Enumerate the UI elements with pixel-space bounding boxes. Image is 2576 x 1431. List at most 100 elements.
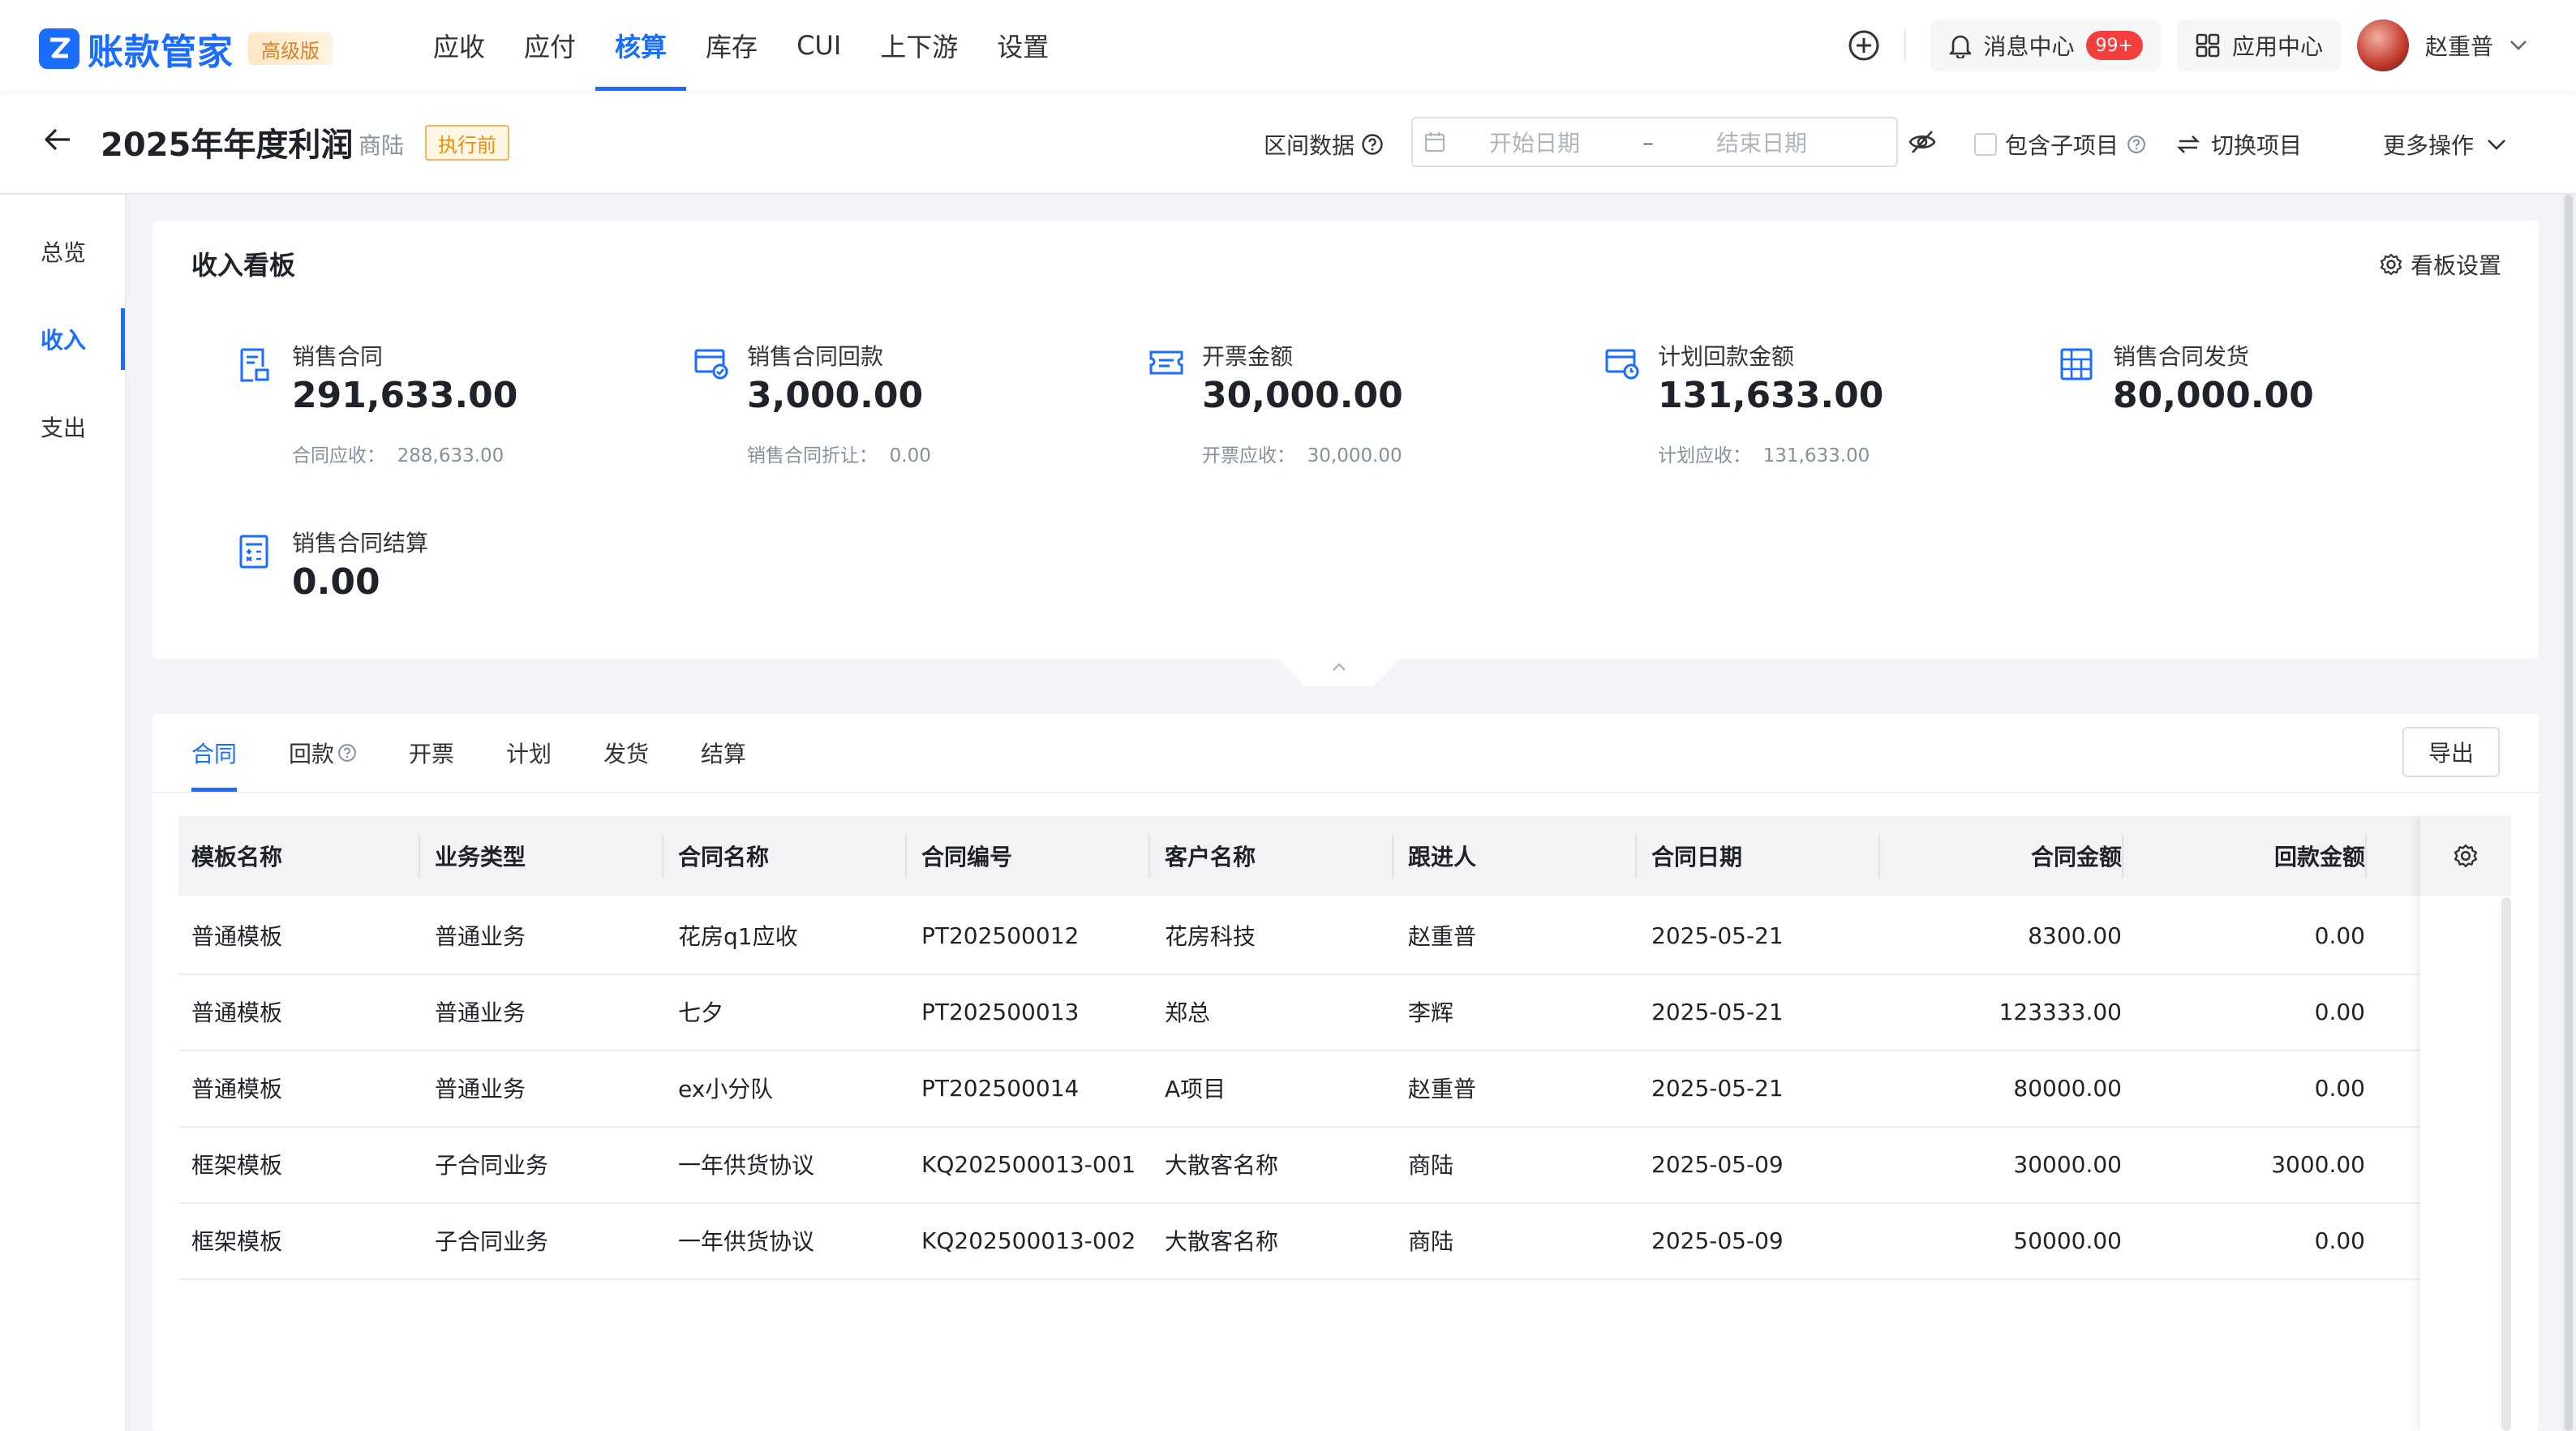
metric-planned-payment: 计划回款金额 131,633.00 计划应收： 131,633.00 bbox=[1604, 339, 2026, 501]
main-nav: 应收 应付 核算 库存 CUI 上下游 设置 bbox=[414, 0, 1068, 91]
start-date-input[interactable]: 开始日期 bbox=[1445, 126, 1624, 158]
add-circle-icon[interactable] bbox=[1848, 29, 1880, 62]
metric-label: 销售合同 bbox=[292, 343, 384, 370]
column-settings-button[interactable] bbox=[2420, 816, 2511, 896]
cell-contract-amount: 50000.00 bbox=[2013, 1227, 2122, 1254]
section-sidebar: 总览 收入 支出 bbox=[0, 195, 127, 1431]
nav-accounting[interactable]: 核算 bbox=[595, 0, 687, 91]
help-circle-icon[interactable] bbox=[2127, 135, 2146, 154]
metric-sub-value: 30,000.00 bbox=[1307, 445, 1402, 466]
range-data-text: 区间数据 bbox=[1264, 132, 1355, 159]
collapse-dashboard-toggle[interactable] bbox=[1278, 659, 1400, 686]
table-row[interactable]: 普通模板 普通业务 ex小分队 PT202500014 A项目 赵重普 2025… bbox=[178, 1050, 2474, 1128]
app-logo[interactable]: 账款管家 高级版 bbox=[39, 23, 333, 75]
checkbox-box[interactable] bbox=[1974, 133, 1997, 156]
cell-owner: 赵重普 bbox=[1408, 1076, 1477, 1102]
back-arrow-icon[interactable] bbox=[44, 127, 71, 152]
table-row[interactable]: 框架模板 子合同业务 一年供货协议 KQ202500013-001 大散客名称 … bbox=[178, 1126, 2474, 1204]
nav-receivable[interactable]: 应收 bbox=[414, 0, 504, 91]
dashboard-settings-button[interactable]: 看板设置 bbox=[2380, 248, 2501, 281]
column-header[interactable]: 合同编号 bbox=[921, 816, 1148, 896]
chevron-down-icon[interactable] bbox=[2509, 40, 2527, 51]
table-row[interactable]: 普通模板 普通业务 七夕 PT202500013 郑总 李辉 2025-05-2… bbox=[178, 973, 2474, 1051]
date-range-picker[interactable]: 开始日期 – 结束日期 bbox=[1411, 117, 1898, 167]
switch-arrows-icon bbox=[2177, 135, 2200, 154]
cell-contract-name[interactable]: 一年供货协议 bbox=[678, 1202, 814, 1278]
tab-contract[interactable]: 合同 bbox=[191, 714, 238, 792]
sidebar-item-income[interactable]: 收入 bbox=[0, 308, 125, 370]
switch-project-button[interactable]: 切换项目 bbox=[2177, 128, 2302, 161]
end-date-input[interactable]: 结束日期 bbox=[1672, 126, 1851, 158]
eye-off-icon[interactable] bbox=[1908, 130, 1937, 154]
sidebar-item-overview[interactable]: 总览 bbox=[0, 221, 125, 282]
column-divider bbox=[1878, 834, 1880, 878]
metric-sub-label: 计划应收： bbox=[1658, 445, 1751, 466]
metric-sub-value: 288,633.00 bbox=[397, 445, 504, 466]
tab-settlement[interactable]: 结算 bbox=[701, 714, 746, 792]
payment-card-icon bbox=[693, 347, 729, 380]
cell-contract-no[interactable]: PT202500014 bbox=[921, 1050, 1079, 1126]
sidebar-item-expense[interactable]: 支出 bbox=[0, 396, 125, 458]
logo-z-icon bbox=[39, 28, 79, 69]
column-header[interactable]: 合同金额 bbox=[1895, 816, 2122, 896]
cell-contract-no[interactable]: PT202500012 bbox=[921, 897, 1079, 973]
calculator-icon bbox=[238, 534, 269, 569]
cell-owner: 李辉 bbox=[1408, 999, 1454, 1026]
include-subprojects-checkbox[interactable]: 包含子项目 bbox=[1974, 128, 2146, 161]
cell-payment-amount: 0.00 bbox=[2314, 998, 2365, 1025]
cell-contract-name[interactable]: ex小分队 bbox=[678, 1050, 773, 1126]
chevron-down-icon bbox=[2487, 139, 2506, 150]
nav-payable[interactable]: 应付 bbox=[504, 0, 595, 91]
tab-payment[interactable]: 回款 bbox=[289, 714, 357, 792]
table-vertical-scrollbar[interactable] bbox=[2501, 897, 2511, 1431]
column-divider bbox=[662, 834, 663, 878]
app-center-button[interactable]: 应用中心 bbox=[2176, 19, 2341, 71]
user-avatar[interactable] bbox=[2356, 19, 2409, 71]
contract-doc-icon bbox=[238, 347, 271, 383]
page-scrollbar-thumb[interactable] bbox=[2565, 195, 2573, 1431]
metric-sales-shipment: 销售合同发货 80,000.00 bbox=[2059, 339, 2481, 501]
column-header[interactable]: 合同日期 bbox=[1651, 816, 1878, 896]
nav-cui[interactable]: CUI bbox=[777, 0, 861, 91]
nav-inventory[interactable]: 库存 bbox=[686, 0, 777, 91]
cell-customer: 大散客名称 bbox=[1165, 1228, 1279, 1255]
tab-shipment[interactable]: 发货 bbox=[603, 714, 649, 792]
more-actions-dropdown[interactable]: 更多操作 bbox=[2383, 128, 2506, 161]
cell-contract-amount: 80000.00 bbox=[2013, 1074, 2122, 1102]
cell-contract-amount: 30000.00 bbox=[2013, 1150, 2122, 1178]
metric-sub-label: 销售合同折让： bbox=[747, 445, 878, 466]
help-circle-icon[interactable] bbox=[1361, 133, 1384, 156]
cell-business-type: 子合同业务 bbox=[435, 1152, 549, 1179]
cell-contract-no[interactable]: PT202500013 bbox=[921, 973, 1079, 1050]
user-name[interactable]: 赵重普 bbox=[2425, 29, 2493, 62]
cell-contract-amount: 8300.00 bbox=[2028, 922, 2122, 949]
column-header[interactable]: 模板名称 bbox=[191, 816, 419, 896]
cell-date: 2025-05-09 bbox=[1651, 1150, 1784, 1178]
nav-supply-chain[interactable]: 上下游 bbox=[861, 0, 977, 91]
logo-text: 账款管家 bbox=[88, 32, 234, 73]
metric-value: 30,000.00 bbox=[1202, 375, 1403, 416]
column-header[interactable]: 合同名称 bbox=[678, 816, 905, 896]
column-header[interactable]: 回款金额 bbox=[2138, 816, 2365, 896]
metric-label: 销售合同回款 bbox=[747, 343, 884, 370]
export-button[interactable]: 导出 bbox=[2402, 727, 2500, 777]
column-header[interactable]: 客户名称 bbox=[1165, 816, 1392, 896]
nav-settings[interactable]: 设置 bbox=[977, 0, 1068, 91]
table-row[interactable]: 普通模板 普通业务 花房q1应收 PT202500012 花房科技 赵重普 20… bbox=[178, 897, 2474, 975]
cell-contract-name[interactable]: 花房q1应收 bbox=[678, 897, 798, 973]
table-row[interactable]: 框架模板 子合同业务 一年供货协议 KQ202500013-002 大散客名称 … bbox=[178, 1202, 2474, 1280]
column-header[interactable]: 业务类型 bbox=[435, 816, 662, 896]
tab-plan[interactable]: 计划 bbox=[506, 714, 552, 792]
cell-contract-name[interactable]: 七夕 bbox=[678, 973, 723, 1050]
metric-label: 销售合同结算 bbox=[292, 530, 429, 556]
cell-payment-amount: 0.00 bbox=[2314, 1074, 2365, 1102]
dashboard-settings-label: 看板设置 bbox=[2410, 252, 2501, 279]
tab-invoice[interactable]: 开票 bbox=[409, 714, 454, 792]
column-header[interactable]: 跟进人 bbox=[1408, 816, 1635, 896]
message-center-button[interactable]: 消息中心 99+ bbox=[1930, 19, 2161, 71]
cell-contract-amount: 123333.00 bbox=[1999, 998, 2122, 1025]
cell-contract-no[interactable]: KQ202500013-002 bbox=[921, 1202, 1136, 1278]
page-scrollbar[interactable] bbox=[2563, 195, 2574, 1431]
cell-contract-name[interactable]: 一年供货协议 bbox=[678, 1126, 814, 1202]
cell-contract-no[interactable]: KQ202500013-001 bbox=[921, 1126, 1136, 1202]
